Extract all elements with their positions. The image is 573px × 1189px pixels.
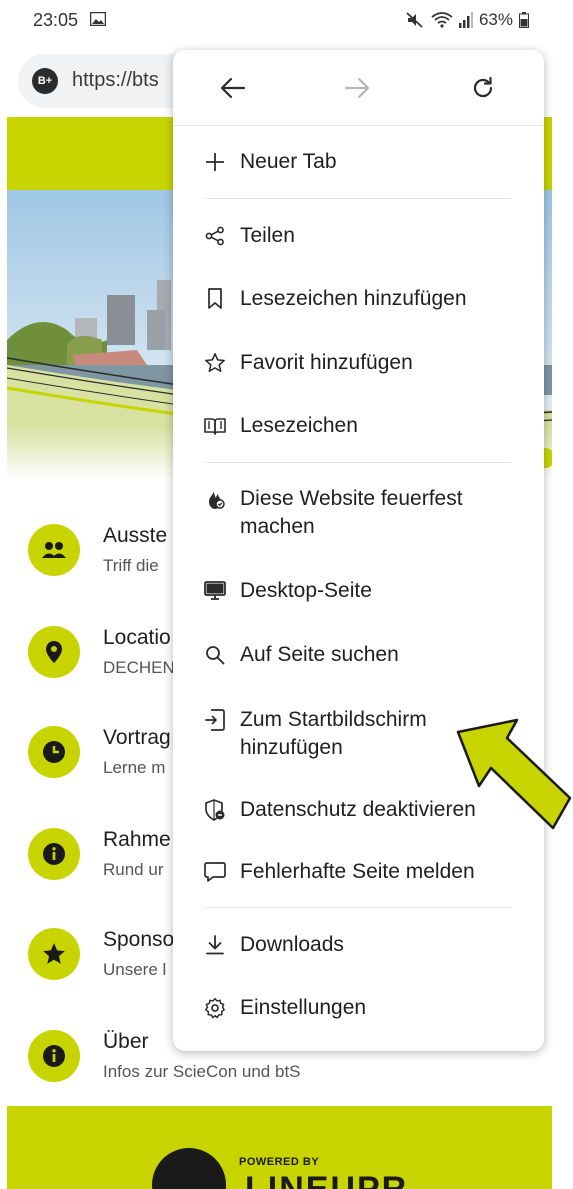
annotation-arrow-icon [456, 718, 572, 830]
book-icon [203, 414, 227, 438]
menu-item-new-tab[interactable]: Neuer Tab [173, 134, 544, 194]
share-icon [203, 224, 227, 248]
menu-nav-row [173, 50, 544, 125]
list-item-subtitle: Rund ur [103, 860, 164, 879]
wifi-icon [431, 11, 453, 29]
list-item-title: Ausste [103, 524, 168, 547]
forward-arrow-icon[interactable] [339, 70, 375, 106]
menu-item-label: Lesezeichen hinzufügen [240, 287, 467, 310]
menu-item-label: Favorit hinzufügen [240, 351, 413, 374]
list-item-title: Sponso [103, 928, 175, 951]
location-pin-icon [28, 626, 80, 678]
battery-percent: 63% [478, 10, 513, 29]
shield-icon [203, 798, 227, 822]
powered-by-label: POWERED BY [239, 1156, 320, 1168]
menu-item-label: Datenschutz deaktivieren [240, 798, 476, 821]
plus-icon [203, 150, 227, 174]
menu-item-label: Fehlerhafte Seite melden [240, 860, 475, 883]
people-icon [28, 524, 80, 576]
status-time: 23:05 [33, 10, 79, 30]
list-item-title: Vortrag [103, 726, 171, 749]
list-item-subtitle: Unsere l [103, 960, 167, 979]
lineupr-logo-icon [152, 1148, 226, 1189]
star-filled-icon [28, 928, 80, 980]
status-indicators: 63% [405, 10, 529, 30]
browser-overflow-menu: Neuer Tab Teilen Lesezeichen hinzufügen … [173, 50, 544, 1051]
menu-item-label: Downloads [240, 933, 344, 956]
list-item-title: Über [103, 1030, 149, 1053]
menu-item-settings[interactable]: Einstellungen [173, 980, 544, 1040]
mute-icon [405, 11, 425, 29]
fire-icon [203, 487, 227, 511]
menu-item-label: Desktop-Seite [240, 579, 372, 602]
list-item-subtitle: Triff die [103, 556, 159, 575]
menu-item-label: Teilen [240, 224, 295, 247]
list-item-title: Locatio [103, 626, 171, 649]
menu-item-label: Lesezeichen [240, 414, 358, 437]
menu-item-bookmarks[interactable]: Lesezeichen [173, 398, 544, 458]
list-item-subtitle: Infos zur ScieCon und btS [103, 1062, 301, 1081]
menu-item-report-broken-site[interactable]: Fehlerhafte Seite melden [173, 844, 544, 904]
battery-icon [519, 12, 529, 28]
signal-icon [458, 12, 473, 28]
star-icon [203, 351, 227, 375]
page-footer: POWERED BY LINEUPR [7, 1106, 552, 1189]
list-item-title: Rahme [103, 828, 171, 851]
site-identity-icon[interactable]: B+ [32, 68, 58, 94]
clock-icon [28, 726, 80, 778]
menu-item-add-bookmark[interactable]: Lesezeichen hinzufügen [173, 271, 544, 331]
info-icon [28, 1030, 80, 1082]
menu-item-label: Einstellungen [240, 996, 367, 1019]
menu-item-fireproof-site[interactable]: Diese Website feuerfest machen [173, 471, 544, 551]
search-icon [203, 643, 227, 667]
menu-item-label: Neuer Tab [240, 150, 337, 173]
status-bar: 23:05 63% [0, 0, 573, 40]
back-arrow-icon[interactable] [215, 70, 251, 106]
menu-item-label: Auf Seite suchen [240, 643, 399, 666]
footer-brand: LINEUPR [245, 1170, 409, 1189]
reload-icon[interactable] [465, 70, 501, 106]
settings-icon [203, 996, 227, 1020]
divider [173, 125, 544, 126]
menu-item-add-favorite[interactable]: Favorit hinzufügen [173, 335, 544, 395]
divider [205, 462, 511, 463]
download-icon [203, 933, 227, 957]
menu-item-downloads[interactable]: Downloads [173, 917, 544, 977]
list-item-subtitle: DECHEN [103, 658, 175, 677]
menu-item-find-in-page[interactable]: Auf Seite suchen [173, 627, 544, 687]
info-icon [28, 828, 80, 880]
desktop-icon [203, 579, 227, 603]
list-item-subtitle: Lerne m [103, 758, 166, 777]
add-to-home-icon [203, 708, 227, 732]
bookmark-add-icon [203, 287, 227, 311]
divider [205, 198, 511, 199]
report-icon [203, 860, 227, 884]
menu-item-desktop-site[interactable]: Desktop-Seite [173, 563, 544, 623]
image-notification-icon [89, 11, 107, 31]
url-text[interactable]: https://bts [72, 69, 159, 92]
divider [205, 907, 511, 908]
menu-item-share[interactable]: Teilen [173, 208, 544, 268]
menu-item-label: Diese Website feuerfest machen [240, 487, 463, 538]
